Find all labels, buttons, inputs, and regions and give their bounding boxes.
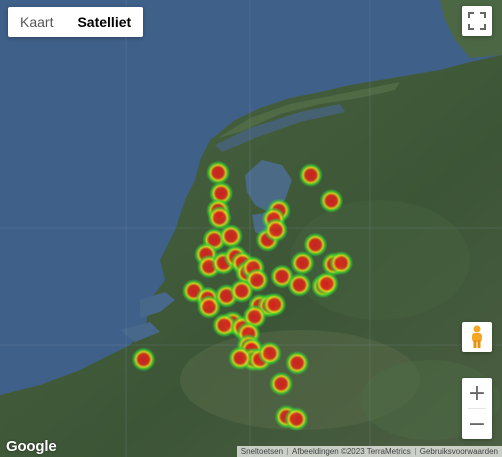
terms-link[interactable]: Gebruiksvoorwaarden bbox=[416, 446, 502, 457]
map-type-kaart-button[interactable]: Kaart bbox=[8, 7, 65, 37]
heatmap-point bbox=[319, 188, 344, 213]
satellite-map[interactable] bbox=[0, 0, 502, 457]
heatmap-point bbox=[298, 163, 323, 188]
attribution-bar: Sneltoetsen Afbeeldingen ©2023 TerraMetr… bbox=[236, 446, 502, 457]
heatmap-point bbox=[285, 351, 310, 375]
zoom-control: + − bbox=[462, 378, 492, 439]
pegman-icon bbox=[472, 325, 482, 348]
map-imagery bbox=[0, 0, 502, 457]
heatmap-point bbox=[284, 407, 309, 432]
fullscreen-icon bbox=[468, 12, 486, 30]
map-type-control: Kaart Satelliet bbox=[8, 7, 144, 37]
heatmap-point bbox=[262, 292, 287, 317]
google-logo: Google bbox=[6, 438, 57, 455]
heatmap-point bbox=[329, 251, 354, 275]
keyboard-shortcuts-link[interactable]: Sneltoetsen bbox=[237, 446, 287, 457]
heatmap-point bbox=[219, 224, 243, 249]
heatmap-point bbox=[228, 346, 253, 371]
imagery-attribution: Afbeeldingen ©2023 TerraMetrics bbox=[292, 447, 411, 456]
heatmap-point bbox=[269, 371, 294, 396]
zoom-out-button[interactable]: − bbox=[462, 409, 492, 439]
street-view-pegman-button[interactable] bbox=[462, 322, 492, 352]
heatmap-point bbox=[290, 251, 315, 275]
heatmap-point bbox=[131, 347, 156, 372]
heatmap-point bbox=[314, 271, 339, 296]
fullscreen-button[interactable] bbox=[462, 6, 492, 36]
zoom-in-button[interactable]: + bbox=[462, 378, 492, 408]
heatmap-point bbox=[263, 218, 288, 242]
heatmap-point bbox=[287, 272, 312, 297]
heatmap-point bbox=[206, 160, 231, 185]
heatmap-point bbox=[257, 341, 282, 366]
map-type-satelliet-button[interactable]: Satelliet bbox=[65, 7, 143, 37]
